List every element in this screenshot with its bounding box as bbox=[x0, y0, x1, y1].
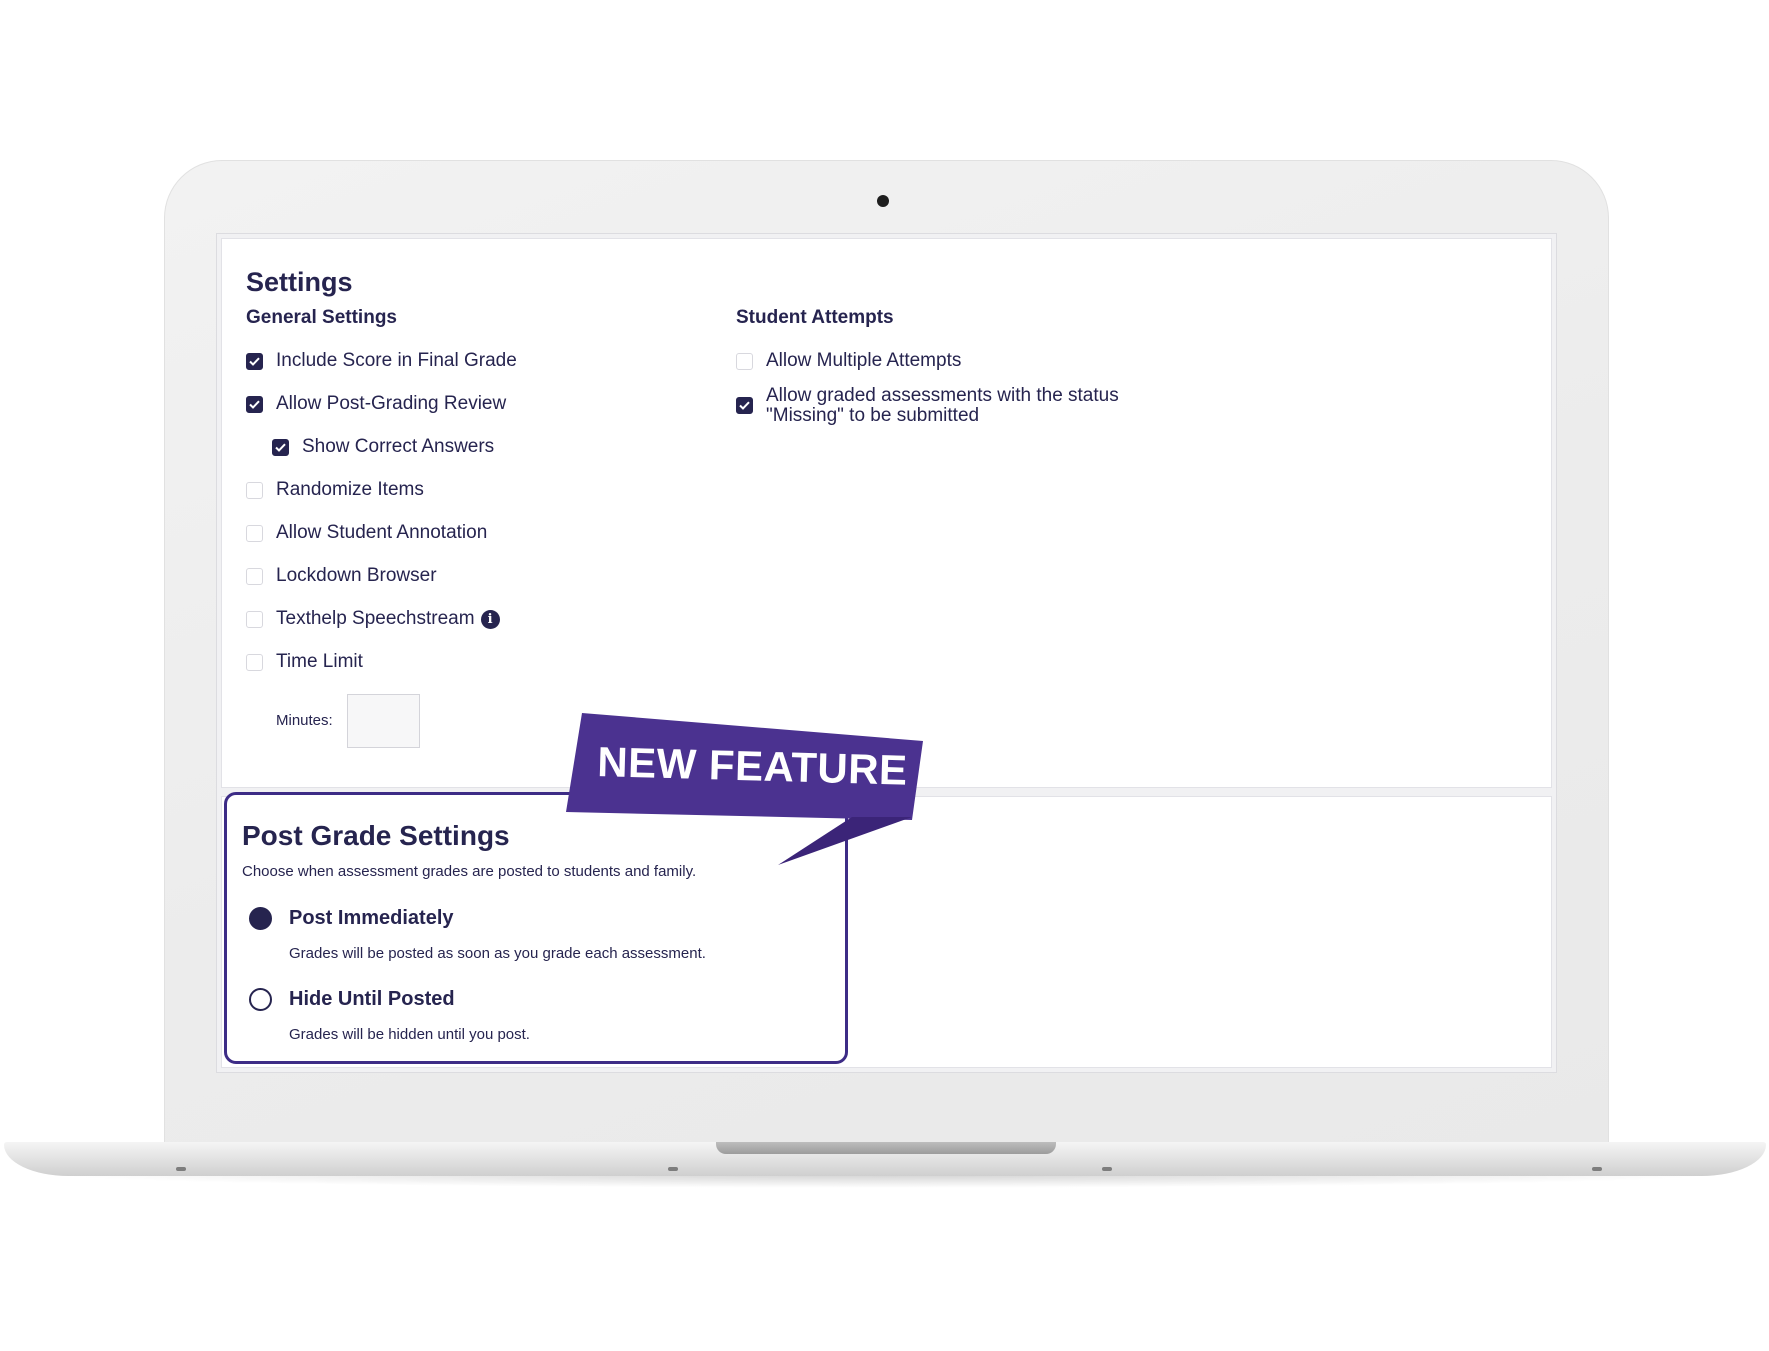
laptop-foot bbox=[1102, 1167, 1112, 1171]
check-icon bbox=[249, 400, 260, 409]
student-annotation-option[interactable]: Allow Student Annotation bbox=[246, 522, 487, 544]
time-limit-label: Time Limit bbox=[276, 651, 363, 672]
checkbox-multiple-attempts[interactable] bbox=[736, 352, 753, 370]
info-icon[interactable]: i bbox=[480, 609, 500, 629]
minutes-label: Minutes: bbox=[276, 712, 333, 729]
randomize-items-label: Randomize Items bbox=[276, 479, 424, 500]
missing-status-option[interactable]: Allow graded assessments with the status… bbox=[736, 386, 1119, 426]
multiple-attempts-option[interactable]: Allow Multiple Attempts bbox=[736, 350, 961, 372]
laptop-opening-notch bbox=[716, 1142, 1056, 1154]
general-settings-heading: General Settings bbox=[246, 307, 397, 328]
post-grading-review-label: Allow Post-Grading Review bbox=[276, 393, 507, 414]
checkbox-randomize-items[interactable] bbox=[246, 481, 263, 499]
post-immediately-description: Grades will be posted as soon as you gra… bbox=[289, 945, 706, 962]
post-immediately-label: Post Immediately bbox=[289, 907, 454, 929]
missing-status-label: Allow graded assessments with the status… bbox=[766, 385, 1119, 426]
multiple-attempts-label: Allow Multiple Attempts bbox=[766, 350, 962, 371]
checkbox-missing-status[interactable] bbox=[736, 397, 753, 414]
hide-until-posted-option[interactable]: Hide Until Posted bbox=[249, 988, 455, 1011]
page-title: Settings bbox=[246, 267, 353, 297]
student-annotation-label: Allow Student Annotation bbox=[276, 522, 488, 543]
checkbox-include-score[interactable] bbox=[246, 352, 263, 370]
post-grade-title: Post Grade Settings bbox=[242, 820, 510, 851]
checkbox-post-grading-review[interactable] bbox=[246, 395, 263, 413]
show-correct-answers-label: Show Correct Answers bbox=[302, 436, 495, 457]
student-attempts-heading: Student Attempts bbox=[736, 307, 894, 328]
laptop-foot bbox=[668, 1167, 678, 1171]
lockdown-browser-option[interactable]: Lockdown Browser bbox=[246, 565, 437, 587]
laptop-shadow bbox=[40, 1174, 1730, 1188]
hide-until-posted-label: Hide Until Posted bbox=[289, 988, 455, 1010]
texthelp-speechstream-label: Texthelp Speechstream bbox=[276, 608, 475, 629]
show-correct-answers-option[interactable]: Show Correct Answers bbox=[272, 436, 494, 458]
laptop-foot bbox=[176, 1167, 186, 1171]
webcam bbox=[877, 195, 889, 207]
post-grade-subtitle: Choose when assessment grades are posted… bbox=[242, 863, 697, 880]
post-grading-review-option[interactable]: Allow Post-Grading Review bbox=[246, 393, 506, 415]
include-score-label: Include Score in Final Grade bbox=[276, 350, 517, 371]
post-immediately-option[interactable]: Post Immediately bbox=[249, 907, 454, 930]
radio-post-immediately[interactable] bbox=[249, 907, 272, 930]
checkbox-show-correct-answers[interactable] bbox=[272, 438, 289, 456]
new-feature-label: NEW FEATURE bbox=[596, 738, 909, 794]
include-score-option[interactable]: Include Score in Final Grade bbox=[246, 350, 517, 372]
minutes-input[interactable] bbox=[347, 694, 420, 748]
checkbox-student-annotation[interactable] bbox=[246, 524, 263, 542]
radio-hide-until-posted[interactable] bbox=[249, 988, 272, 1011]
checkbox-texthelp-speechstream[interactable] bbox=[246, 610, 263, 628]
check-icon bbox=[739, 401, 750, 410]
check-icon bbox=[275, 443, 286, 452]
lockdown-browser-label: Lockdown Browser bbox=[276, 565, 437, 586]
randomize-items-option[interactable]: Randomize Items bbox=[246, 479, 424, 501]
checkbox-lockdown-browser[interactable] bbox=[246, 567, 263, 585]
texthelp-speechstream-option[interactable]: Texthelp Speechstream i bbox=[246, 608, 500, 630]
checkbox-time-limit[interactable] bbox=[246, 653, 263, 671]
time-limit-option[interactable]: Time Limit bbox=[246, 651, 363, 673]
laptop-foot bbox=[1592, 1167, 1602, 1171]
hide-until-posted-description: Grades will be hidden until you post. bbox=[289, 1026, 530, 1043]
check-icon bbox=[249, 357, 260, 366]
